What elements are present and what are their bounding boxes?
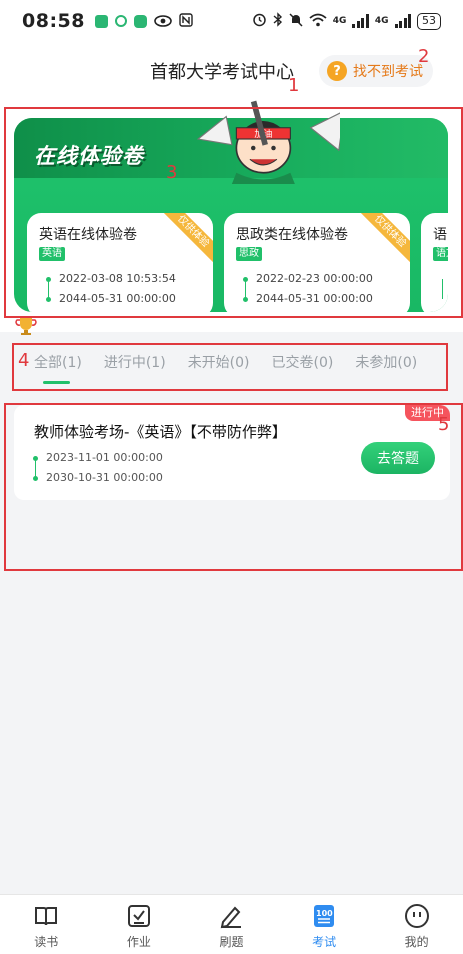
annotation-box-4 bbox=[12, 343, 448, 391]
exam-100-icon: 100 bbox=[314, 905, 335, 927]
bottom-navigation: 读书 作业 刷题 100 考试 我的 bbox=[0, 894, 463, 954]
annotation-number-3: 3 bbox=[166, 162, 178, 183]
bluetooth-icon bbox=[273, 12, 283, 30]
wechat-icon bbox=[133, 14, 147, 28]
signal-2-icon bbox=[394, 14, 411, 28]
battery-indicator: 53 bbox=[417, 12, 441, 30]
book-icon bbox=[35, 907, 58, 926]
pencil-icon bbox=[221, 906, 242, 929]
notification-icons bbox=[94, 12, 193, 31]
cannot-find-exam-button[interactable]: ? 找不到考试 bbox=[319, 55, 433, 87]
annotation-number-1: 1 bbox=[288, 75, 300, 96]
system-status-icons: 4G 4G 53 bbox=[252, 12, 441, 30]
nav-label: 读书 bbox=[34, 935, 59, 949]
app-notification-icon bbox=[94, 14, 108, 28]
nav-item-mine[interactable]: 我的 bbox=[370, 895, 463, 954]
question-mark-icon: ? bbox=[327, 61, 347, 81]
nav-item-homework[interactable]: 作业 bbox=[93, 895, 186, 954]
status-time: 08:58 bbox=[22, 10, 85, 32]
nav-label: 刷题 bbox=[219, 935, 244, 949]
network-type-1: 4G bbox=[332, 16, 347, 26]
nav-label: 作业 bbox=[126, 935, 151, 949]
nav-item-exam[interactable]: 100 考试 bbox=[278, 895, 371, 954]
mute-bell-icon bbox=[289, 12, 303, 30]
sync-icon bbox=[114, 15, 127, 27]
homework-check-icon bbox=[127, 905, 150, 927]
alarm-icon bbox=[252, 12, 267, 30]
status-bar: 08:58 4G 4G 53 bbox=[0, 0, 463, 42]
nav-label: 考试 bbox=[312, 935, 337, 949]
trophy-icon bbox=[15, 318, 37, 335]
svg-text:100: 100 bbox=[316, 909, 333, 918]
cannot-find-exam-label: 找不到考试 bbox=[353, 64, 423, 80]
network-type-2: 4G bbox=[374, 16, 389, 26]
page-title: 首都大学考试中心 bbox=[150, 62, 294, 83]
wifi-icon bbox=[309, 13, 327, 30]
nav-item-practice[interactable]: 刷题 bbox=[185, 895, 278, 954]
top-header: 首都大学考试中心 ? 找不到考试 bbox=[0, 42, 463, 98]
annotation-box-1 bbox=[4, 107, 463, 318]
annotation-number-2: 2 bbox=[418, 46, 430, 67]
annotation-number-4: 4 bbox=[18, 350, 30, 371]
signal-1-icon bbox=[352, 14, 369, 28]
nfc-icon bbox=[179, 12, 193, 31]
annotation-box-5 bbox=[4, 403, 463, 571]
nav-item-reading[interactable]: 读书 bbox=[0, 895, 93, 954]
profile-face-icon bbox=[404, 904, 429, 928]
nav-label: 我的 bbox=[404, 935, 429, 949]
eye-icon bbox=[154, 12, 172, 31]
annotation-number-5: 5 bbox=[438, 414, 450, 435]
